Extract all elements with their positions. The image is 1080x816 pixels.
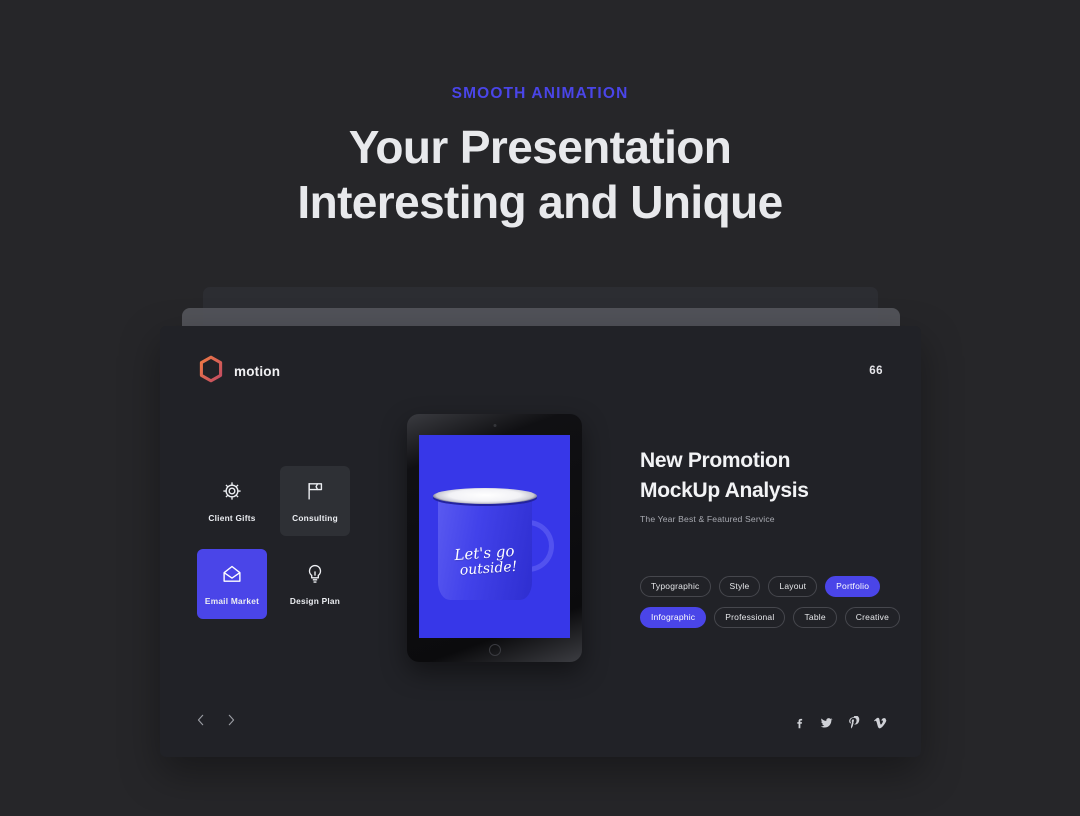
- vimeo-icon[interactable]: [874, 716, 887, 729]
- tag-row-2: Infographic Professional Table Creative: [640, 607, 901, 628]
- lightbulb-icon: [304, 563, 326, 585]
- tag-style[interactable]: Style: [718, 576, 761, 597]
- headline-line-1: Your Presentation: [348, 121, 732, 173]
- social-links: [793, 716, 887, 729]
- service-tile-email-market[interactable]: Email Market: [197, 549, 267, 619]
- tag-portfolio[interactable]: Portfolio: [825, 576, 881, 597]
- slide-copy-block: New Promotion MockUp Analysis The Year B…: [640, 446, 890, 524]
- pinterest-icon[interactable]: [847, 716, 860, 729]
- slide-headline-line-1: New Promotion: [640, 449, 791, 472]
- tag-infographic[interactable]: Infographic: [640, 607, 707, 628]
- slide-headline: New Promotion MockUp Analysis: [640, 446, 890, 506]
- mug-rim: [433, 488, 537, 504]
- slide-page-number: 66: [869, 365, 883, 377]
- tile-label: Client Gifts: [208, 512, 256, 523]
- envelope-icon: [221, 563, 243, 585]
- flag-icon: [304, 480, 326, 502]
- slide-navigation: [192, 711, 240, 729]
- chevron-right-icon[interactable]: [222, 711, 240, 729]
- hero-eyebrow: SMOOTH ANIMATION: [451, 85, 629, 102]
- facebook-icon[interactable]: [793, 716, 806, 729]
- tablet-device-mockup: Let's go outside!: [407, 414, 582, 662]
- slide-header: motion 66: [198, 355, 883, 388]
- tag-filter-group: Typographic Style Layout Portfolio Infog…: [640, 576, 901, 638]
- presentation-mockup-canvas: SMOOTH ANIMATION Your Presentation Inter…: [0, 0, 1080, 816]
- service-tile-grid: Client Gifts Consulting Email Market Des…: [197, 466, 350, 619]
- tag-creative[interactable]: Creative: [844, 607, 901, 628]
- slide-headline-line-2: MockUp Analysis: [640, 478, 809, 502]
- hexagon-outline-icon: [198, 355, 224, 388]
- slide-card[interactable]: motion 66 Client Gifts Consulting Email …: [160, 326, 921, 757]
- home-button-icon: [488, 644, 501, 656]
- slide-subtitle: The Year Best & Featured Service: [640, 513, 775, 524]
- tag-professional[interactable]: Professional: [714, 607, 786, 628]
- tag-typographic[interactable]: Typographic: [640, 576, 711, 597]
- page-title: Your Presentation Interesting and Unique: [0, 121, 1080, 228]
- chevron-left-icon[interactable]: [192, 711, 210, 729]
- camera-dot-icon: [493, 424, 496, 427]
- tile-label: Email Market: [204, 595, 260, 606]
- tag-layout[interactable]: Layout: [768, 576, 818, 597]
- tile-label: Design Plan: [289, 595, 341, 606]
- brand-name: motion: [234, 363, 281, 379]
- headline-line-2: Interesting and Unique: [297, 175, 783, 228]
- brand-logo[interactable]: motion: [198, 355, 280, 388]
- service-tile-client-gifts[interactable]: Client Gifts: [197, 466, 267, 536]
- service-tile-consulting[interactable]: Consulting: [280, 466, 350, 536]
- tablet-screen: Let's go outside!: [419, 435, 570, 638]
- tag-table[interactable]: Table: [793, 607, 837, 628]
- twitter-icon[interactable]: [820, 716, 833, 729]
- service-tile-design-plan[interactable]: Design Plan: [280, 549, 350, 619]
- tag-row-1: Typographic Style Layout Portfolio: [640, 576, 900, 597]
- gear-icon: [221, 480, 243, 502]
- tile-label: Consulting: [292, 512, 338, 523]
- mug-artwork-text: Let's go outside!: [444, 542, 526, 579]
